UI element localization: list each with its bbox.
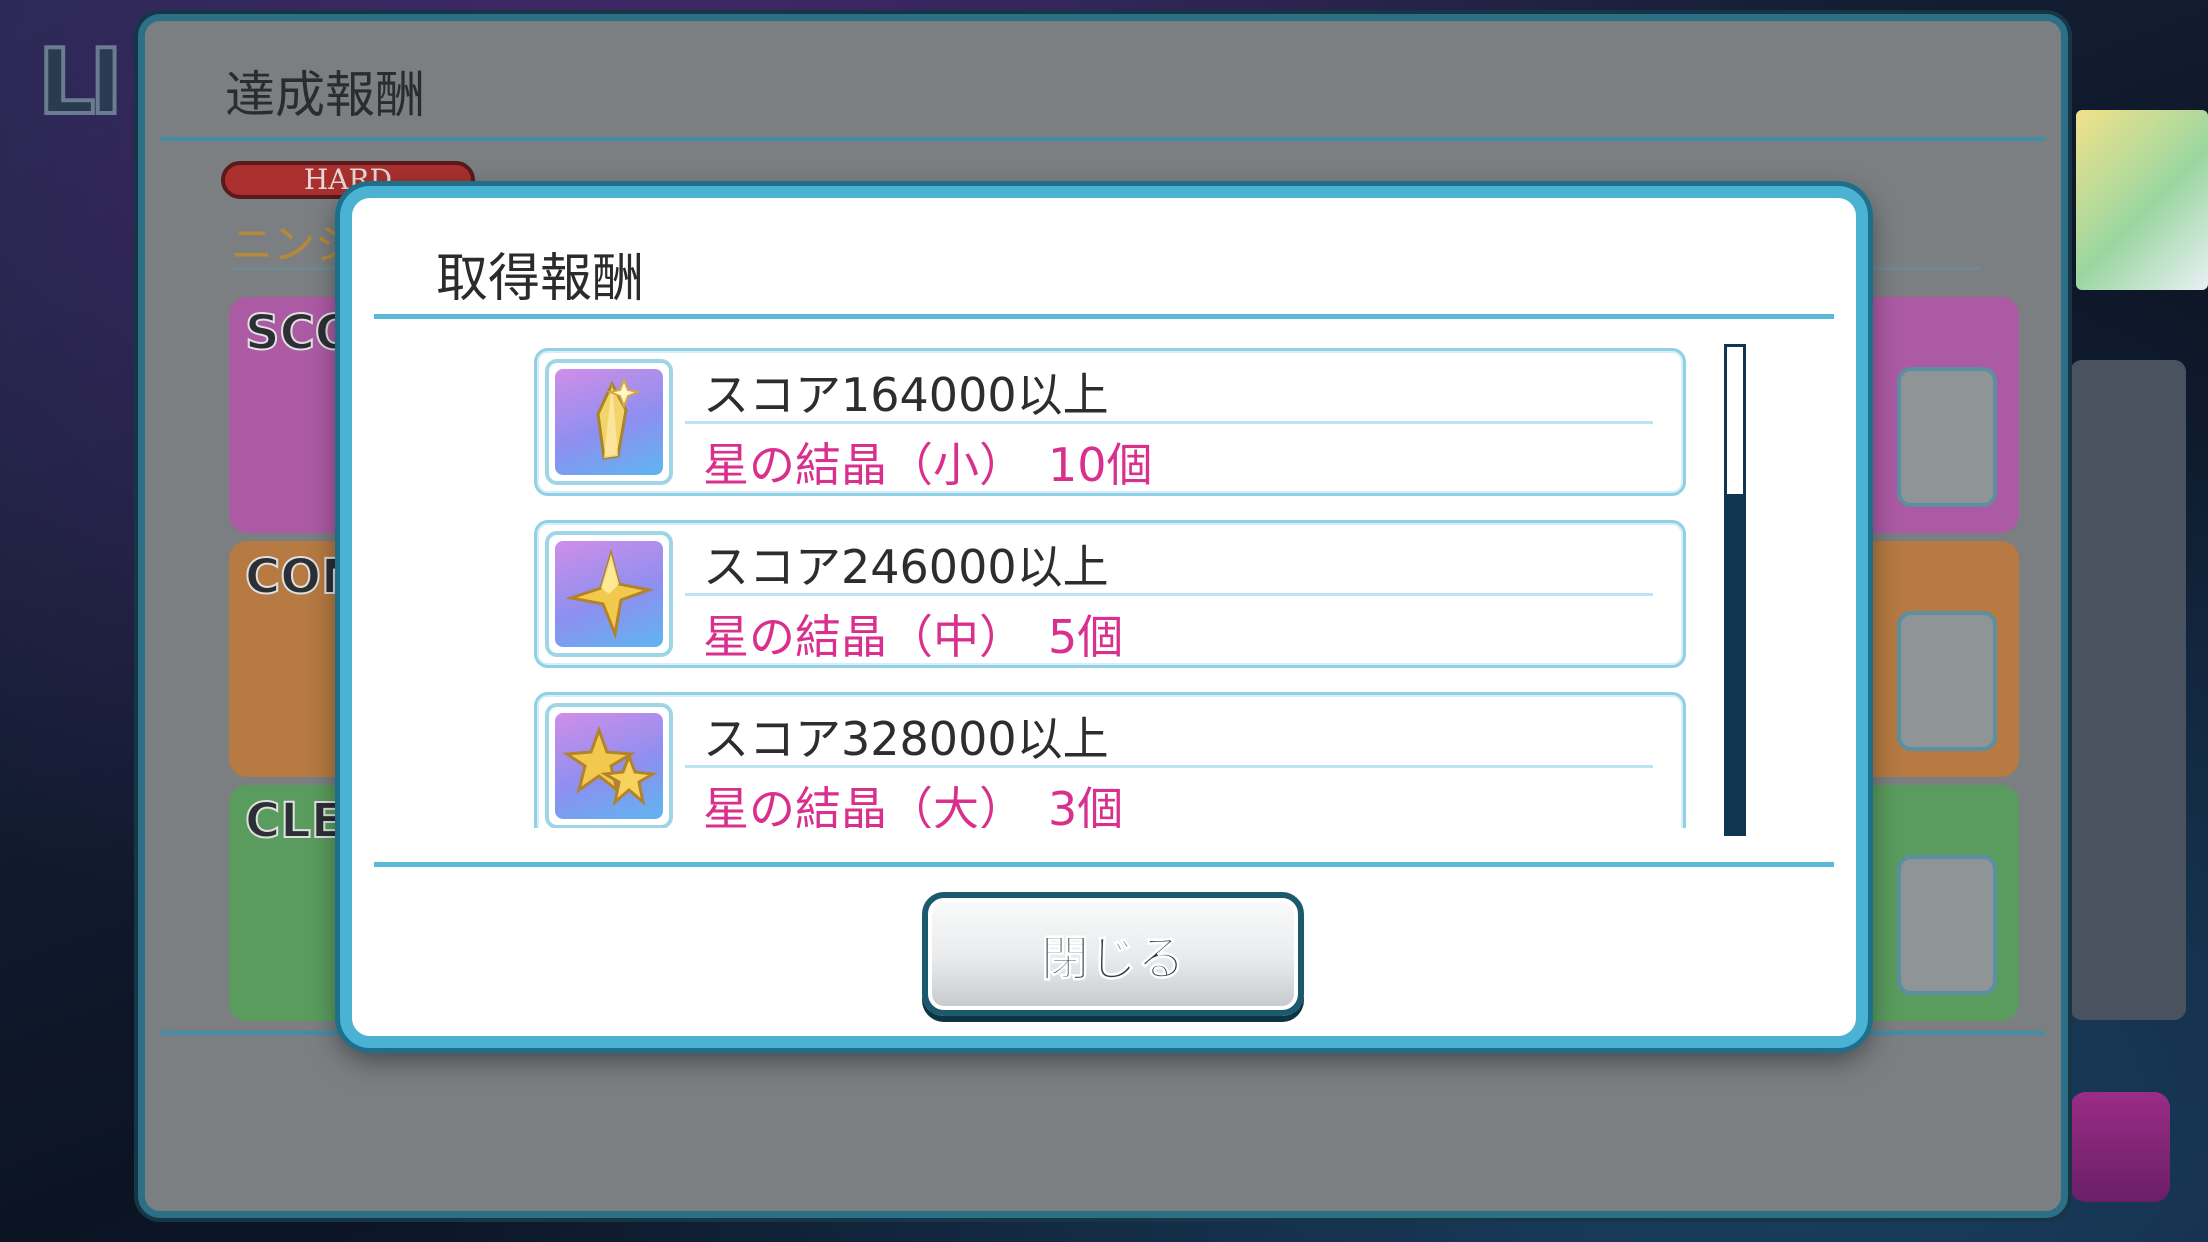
star-icon (555, 541, 663, 647)
reward-item: スコア328000以上 星の結晶（大） 3個 (534, 692, 1686, 828)
reward-item: スコア246000以上 星の結晶（中） 5個 (534, 520, 1686, 668)
reward-item: スコア164000以上 星の結晶（小） 10個 (534, 348, 1686, 496)
reward-icon-frame (545, 359, 673, 485)
reward-divider (685, 421, 1653, 424)
achievement-rewards-title: 達成報酬 (225, 66, 425, 124)
reward-prize: 星の結晶（大） 3個 (703, 782, 1124, 828)
reward-icon-frame (545, 531, 673, 657)
character-card-thumbnail (2076, 110, 2208, 290)
obtained-rewards-modal: 取得報酬 スコア164000以上 星の結晶（小） 10個 スコア246000以上… (340, 186, 1868, 1048)
reward-condition: スコア164000以上 (703, 368, 1109, 422)
reward-condition: スコア328000以上 (703, 712, 1109, 766)
side-panel (2070, 360, 2186, 1020)
clear-card-value-box (1897, 855, 1997, 995)
reward-divider (685, 765, 1653, 768)
reward-icon-frame (545, 703, 673, 828)
title-divider (161, 137, 2045, 141)
reward-prize: 星の結晶（中） 5個 (703, 610, 1124, 664)
modal-title-divider (374, 314, 1834, 319)
modal-title: 取得報酬 (436, 249, 645, 309)
modal-footer-divider (374, 862, 1834, 867)
reward-list[interactable]: スコア164000以上 星の結晶（小） 10個 スコア246000以上 星の結晶… (534, 348, 1694, 828)
live-logo: LI (36, 28, 125, 137)
star-cluster-icon (555, 713, 663, 819)
close-button[interactable]: 閉じる (922, 892, 1304, 1016)
reward-divider (685, 593, 1653, 596)
crystal-shard-icon (555, 369, 663, 475)
reward-prize: 星の結晶（小） 10個 (703, 438, 1153, 492)
reward-condition: スコア246000以上 (703, 540, 1109, 594)
side-action-button (2070, 1092, 2170, 1202)
score-card-value-box (1897, 367, 1997, 507)
clear-card-label: CLE (244, 792, 345, 850)
combo-card-value-box (1897, 611, 1997, 751)
scrollbar-thumb[interactable] (1724, 494, 1746, 836)
song-title: ニンジ (231, 220, 358, 269)
